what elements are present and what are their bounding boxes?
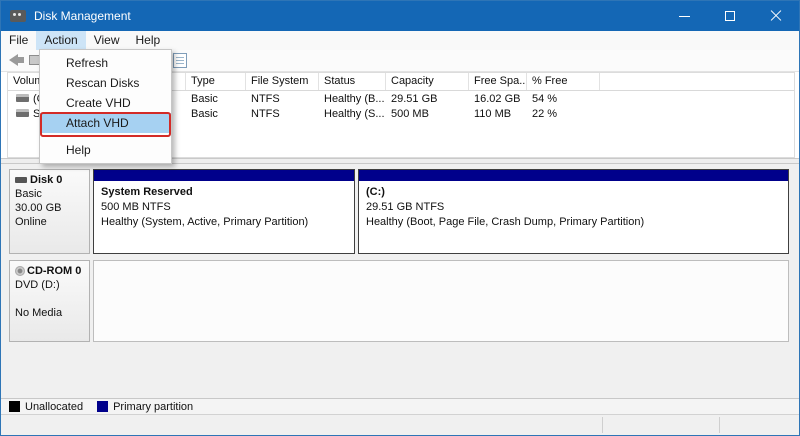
partition-size: 29.51 GB NTFS xyxy=(366,201,445,213)
volume-type: Basic xyxy=(191,92,218,105)
close-icon xyxy=(770,10,782,22)
menu-bar: File Action View Help xyxy=(1,31,799,50)
disk-graph-pane: Disk 0 Basic 30.00 GB Online System Rese… xyxy=(1,164,799,398)
volume-free-space: 16.02 GB xyxy=(474,92,521,105)
disk-management-window: Disk Management File Action View Help Vo… xyxy=(0,0,800,436)
column-header-capacity[interactable]: Capacity xyxy=(386,73,469,90)
volume-pct-free: 22 % xyxy=(532,107,558,120)
partition-system-reserved[interactable]: System Reserved 500 MB NTFS Healthy (Sys… xyxy=(93,169,355,254)
menu-item-create-vhd[interactable]: Create VHD xyxy=(40,93,171,113)
menu-action[interactable]: Action xyxy=(36,31,86,50)
status-bar xyxy=(1,414,799,435)
primary-partition-swatch xyxy=(97,401,109,412)
window-title: Disk Management xyxy=(34,9,131,23)
volume-icon xyxy=(16,93,29,102)
disk-type: DVD (D:) xyxy=(15,279,60,291)
close-button[interactable] xyxy=(753,1,799,31)
status-bar-divider xyxy=(602,417,603,433)
volume-status: Healthy (S... xyxy=(324,107,385,120)
minimize-button[interactable] xyxy=(661,1,707,31)
menu-item-rescan-disks[interactable]: Rescan Disks xyxy=(40,73,171,93)
menu-item-attach-vhd[interactable]: Attach VHD xyxy=(40,113,171,133)
cdrom0-media-area[interactable] xyxy=(93,260,789,342)
menu-file[interactable]: File xyxy=(1,31,36,50)
disk-status: No Media xyxy=(15,307,63,319)
disk-name: CD-ROM 0 xyxy=(27,265,82,277)
volume-capacity: 29.51 GB xyxy=(391,92,438,105)
disk-type: Basic xyxy=(15,188,42,200)
menu-view[interactable]: View xyxy=(86,31,128,50)
legend-bar: Unallocated Primary partition xyxy=(1,398,799,414)
cdrom0-label[interactable]: CD-ROM 0 DVD (D:) No Media xyxy=(9,260,90,342)
volume-pct-free: 54 % xyxy=(532,92,558,105)
status-bar-divider xyxy=(719,417,720,433)
legend-unallocated-label: Unallocated xyxy=(25,400,84,413)
hard-disk-icon xyxy=(15,177,27,184)
disk-status: Online xyxy=(15,216,47,228)
back-arrow-icon[interactable] xyxy=(9,54,24,66)
volume-free-space: 110 MB xyxy=(474,107,512,120)
partition-color-bar xyxy=(359,170,788,182)
disk-size: 30.00 GB xyxy=(15,202,62,214)
disk0-label[interactable]: Disk 0 Basic 30.00 GB Online xyxy=(9,169,90,254)
action-menu-dropdown: Refresh Rescan Disks Create VHD Attach V… xyxy=(39,49,172,164)
maximize-button[interactable] xyxy=(707,1,753,31)
volume-type: Basic xyxy=(191,107,218,120)
partition-color-bar xyxy=(94,170,354,182)
titlebar: Disk Management xyxy=(1,1,799,31)
cd-rom-icon xyxy=(15,266,25,277)
partition-size: 500 MB NTFS xyxy=(101,201,171,213)
partition-name: System Reserved xyxy=(101,186,193,198)
column-header-type[interactable]: Type xyxy=(186,73,246,90)
menu-item-refresh[interactable]: Refresh xyxy=(40,53,171,73)
column-header-status[interactable]: Status xyxy=(319,73,386,90)
legend-primary-partition-label: Primary partition xyxy=(113,400,194,413)
window-controls xyxy=(661,1,799,31)
volume-status: Healthy (B... xyxy=(324,92,385,105)
column-header-file-system[interactable]: File System xyxy=(246,73,319,90)
disk-name: Disk 0 xyxy=(30,174,63,186)
volume-file-system: NTFS xyxy=(251,107,280,120)
menu-help[interactable]: Help xyxy=(128,31,169,50)
maximize-icon xyxy=(725,11,735,21)
column-header-free-space[interactable]: Free Spa... xyxy=(469,73,527,90)
volume-capacity: 500 MB xyxy=(391,107,429,120)
minimize-icon xyxy=(678,15,690,17)
properties-icon[interactable] xyxy=(173,53,187,68)
partition-c-drive[interactable]: (C:) 29.51 GB NTFS Healthy (Boot, Page F… xyxy=(358,169,789,254)
disk-management-app-icon xyxy=(10,10,26,22)
column-header-pct-free[interactable]: % Free xyxy=(527,73,600,90)
menu-item-help[interactable]: Help xyxy=(40,140,171,160)
volume-icon xyxy=(16,108,29,117)
partition-status: Healthy (Boot, Page File, Crash Dump, Pr… xyxy=(366,216,645,228)
menu-separator xyxy=(42,136,169,137)
partition-name: (C:) xyxy=(366,186,385,198)
volume-file-system: NTFS xyxy=(251,92,280,105)
unallocated-swatch xyxy=(9,401,20,412)
partition-status: Healthy (System, Active, Primary Partiti… xyxy=(101,216,309,228)
